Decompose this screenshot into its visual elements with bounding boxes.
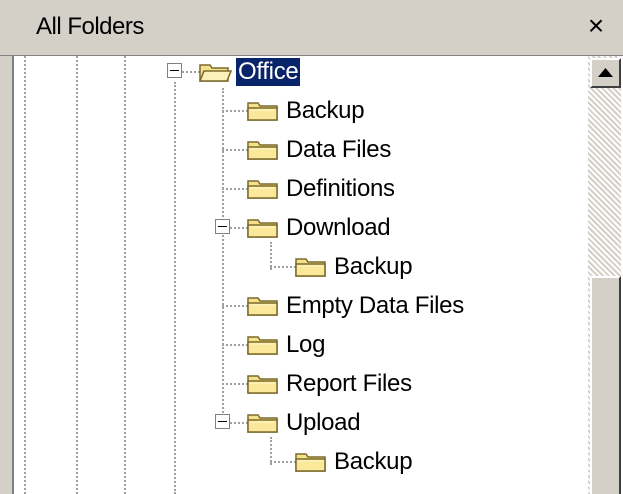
close-icon: × [587, 10, 605, 41]
folder-label[interactable]: Download [284, 214, 392, 242]
folder-label[interactable]: Backup [284, 97, 366, 125]
folder-tree: Office Backup Data Files Definitions Downloa… [12, 56, 588, 494]
tree-connector-line [270, 461, 296, 463]
tree-row[interactable]: Log [14, 327, 588, 363]
scrollbar-thumb[interactable] [590, 276, 621, 494]
folder-icon [246, 216, 280, 240]
tree-connector-line [222, 110, 248, 112]
folder-icon [246, 294, 280, 318]
folder-label[interactable]: Upload [284, 409, 362, 437]
tree-connector-line [222, 149, 248, 151]
folder-icon [246, 138, 280, 162]
tree-connector-line [222, 305, 248, 307]
tree-row[interactable]: Report Files [14, 366, 588, 402]
scroll-up-button[interactable] [590, 58, 621, 88]
close-button[interactable]: × [580, 10, 612, 42]
vertical-scrollbar[interactable] [586, 56, 623, 494]
folder-label[interactable]: Backup [332, 448, 414, 476]
folder-icon [246, 177, 280, 201]
folder-label[interactable]: Log [284, 331, 327, 359]
folder-icon [246, 99, 280, 123]
tree-row[interactable]: Backup [14, 93, 588, 129]
collapse-toggle[interactable] [167, 63, 182, 78]
all-folders-pane: All Folders × Office Backup Data Files Defi… [0, 0, 623, 494]
pane-title: All Folders [36, 13, 144, 40]
tree-connector-line [222, 383, 248, 385]
arrow-up-icon [598, 68, 613, 77]
folder-label[interactable]: Office [234, 57, 302, 87]
pane-header: All Folders × [0, 0, 623, 56]
tree-row[interactable]: Download [14, 210, 588, 246]
tree-row[interactable]: Definitions [14, 171, 588, 207]
folder-label[interactable]: Definitions [284, 175, 397, 203]
folder-label[interactable]: Report Files [284, 370, 414, 398]
tree-connector-line [222, 188, 248, 190]
collapse-toggle[interactable] [215, 414, 230, 429]
tree-row[interactable]: Backup [14, 444, 588, 480]
folder-label[interactable]: Backup [332, 253, 414, 281]
folder-label[interactable]: Empty Data Files [284, 292, 466, 320]
folder-label[interactable]: Data Files [284, 136, 393, 164]
folder-icon [294, 255, 328, 279]
folder-icon [294, 450, 328, 474]
tree-connector-line [270, 266, 296, 268]
tree-row[interactable]: Data Files [14, 132, 588, 168]
folder-icon [246, 411, 280, 435]
collapse-toggle[interactable] [215, 219, 230, 234]
open-folder-icon [198, 60, 233, 84]
tree-row[interactable]: Office [14, 56, 588, 90]
folder-icon [246, 372, 280, 396]
folder-icon [246, 333, 280, 357]
tree-row[interactable]: Upload [14, 405, 588, 441]
tree-connector-line [222, 344, 248, 346]
tree-row[interactable]: Backup [14, 249, 588, 285]
tree-row[interactable]: Empty Data Files [14, 288, 588, 324]
